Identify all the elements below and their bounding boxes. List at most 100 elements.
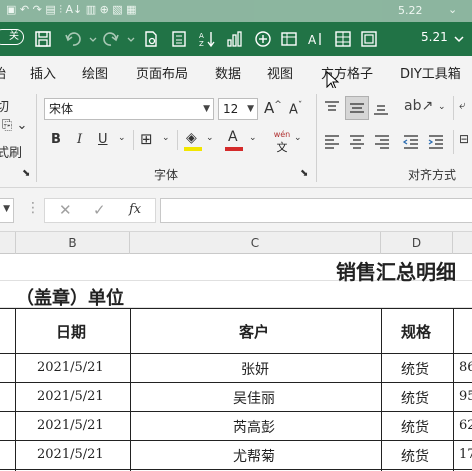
phonetic-dropdown-icon[interactable]: ⌄ (294, 133, 302, 143)
bold-button[interactable]: B (51, 132, 61, 147)
add-circle-icon[interactable] (254, 30, 272, 48)
formula-input[interactable] (160, 198, 472, 223)
font-color-icon[interactable]: A (228, 129, 238, 145)
undo-dropdown-icon[interactable] (84, 30, 97, 48)
merge-center-icon-partial[interactable]: ⊟ (459, 132, 469, 146)
cancel-entry-icon[interactable]: ✕ (59, 201, 72, 219)
borders-dropdown-icon[interactable]: ⌄ (162, 133, 170, 143)
orientation-icon[interactable]: ab↗ (404, 98, 433, 114)
cell-customer[interactable]: 吴佳丽 (233, 388, 275, 408)
column-header-e-partial[interactable] (453, 232, 472, 254)
name-box-dropdown-icon[interactable]: ▼ (3, 204, 10, 214)
grid-icon[interactable] (334, 30, 352, 48)
cut-label-partial[interactable]: 切 (0, 96, 9, 115)
ribbon-home: 切 ⎘ ⌄ 式刷 ⬊ 宋体 ▼ 12 ▼ A^ Aˇ B I U ⌄ ⊞ ⌄ ◈ ⌄… (0, 88, 472, 188)
autosave-toggle[interactable]: 关 (0, 29, 24, 45)
font-size-select[interactable]: 12 ▼ (218, 98, 258, 120)
tab-diy-toolbox[interactable]: DIY工具箱 (400, 63, 461, 82)
header-date[interactable]: 日期 (56, 321, 86, 342)
font-group-label: 字体 (154, 168, 179, 182)
sort-az-icon[interactable]: AZ (198, 30, 216, 48)
svg-text:A: A (199, 32, 204, 40)
tab-home-partial[interactable]: 始 (0, 63, 6, 82)
font-color-swatch (225, 147, 243, 151)
borders-icon[interactable]: ⊞ (140, 130, 153, 148)
cell-date[interactable]: 2021/5/21 (37, 418, 104, 433)
cell-amount[interactable]: 86 (459, 360, 472, 375)
font-launcher-icon[interactable]: ⬊ (300, 168, 308, 179)
fill-color-dropdown-icon[interactable]: ⌄ (206, 133, 214, 143)
ghost-chevron-icon: ⌄ (448, 3, 458, 16)
decrease-font-size-button[interactable]: Aˇ (289, 101, 302, 117)
align-left-icon[interactable] (323, 133, 341, 152)
fill-color-icon[interactable]: ◈ (186, 130, 197, 146)
sheet-title[interactable]: 销售汇总明细 (336, 256, 456, 285)
ribbon-tabs: 始 插入 绘图 页面布局 数据 视图 方方格子 DIY工具箱 (0, 56, 472, 91)
copy-icon[interactable]: ⎘ ⌄ (2, 118, 27, 133)
chart-icon[interactable] (226, 30, 244, 48)
column-header-c[interactable]: C (130, 232, 381, 254)
cell-date[interactable]: 2021/5/21 (37, 389, 104, 404)
clipboard-launcher-icon[interactable]: ⬊ (22, 168, 30, 179)
header-spec[interactable]: 规格 (401, 321, 431, 342)
format-cells-icon[interactable] (360, 30, 378, 48)
redo-dropdown-icon[interactable] (122, 30, 135, 48)
cell-customer[interactable]: 尤帮菊 (233, 446, 275, 466)
cell-amount[interactable]: 95 (459, 389, 472, 404)
confirm-entry-icon[interactable]: ✓ (93, 201, 106, 219)
name-box[interactable]: ▼ (0, 198, 14, 223)
increase-font-size-button[interactable]: A^ (264, 99, 282, 117)
tab-data[interactable]: 数据 (215, 63, 241, 82)
wrap-text-icon-partial[interactable]: ⤶ (459, 98, 466, 113)
title-bar: 关 AZ A 5.21 (0, 22, 472, 56)
cell-spec[interactable]: 统货 (401, 417, 429, 437)
undo-icon[interactable] (64, 30, 82, 48)
column-header-a-partial[interactable] (0, 232, 16, 254)
table-icon[interactable] (280, 30, 298, 48)
cell-spec[interactable]: 统货 (401, 388, 429, 408)
ghost-version: 5.22 (398, 4, 423, 17)
header-customer[interactable]: 客户 (239, 321, 269, 342)
redo-icon[interactable] (102, 30, 120, 48)
align-center-icon[interactable] (348, 133, 366, 152)
unit-label[interactable]: （盖章）单位 (16, 284, 124, 310)
cell-date[interactable]: 2021/5/21 (37, 360, 104, 375)
sheet-grid[interactable]: 销售汇总明细 （盖章）单位 日期 客户 规格 2021/5/21 张妍 统货 8… (0, 254, 472, 471)
cell-date[interactable]: 2021/5/21 (37, 447, 104, 462)
save-icon[interactable] (34, 30, 52, 48)
cell-spec[interactable]: 统货 (401, 446, 429, 466)
cell-customer[interactable]: 芮高彭 (233, 417, 275, 437)
orientation-dropdown-icon[interactable]: ⌄ (438, 102, 446, 112)
decrease-indent-icon[interactable] (402, 133, 420, 152)
print-preview-icon[interactable] (142, 30, 160, 48)
cell-amount[interactable]: 62 (459, 418, 472, 433)
font-color-dropdown-icon[interactable]: ⌄ (249, 133, 257, 143)
column-header-d[interactable]: D (381, 232, 453, 254)
text-direction-icon[interactable]: A (306, 30, 324, 48)
underline-dropdown-icon[interactable]: ⌄ (118, 133, 126, 143)
customize-qat-chevron-icon[interactable] (450, 30, 464, 48)
formula-bar: ▼ ⋮ ✕ ✓ fx (0, 188, 472, 232)
format-painter-label-partial[interactable]: 式刷 (0, 142, 22, 161)
align-right-icon[interactable] (373, 133, 391, 152)
cell-amount[interactable]: 17 (459, 447, 472, 462)
increase-indent-icon[interactable] (427, 133, 445, 152)
cell-spec[interactable]: 统货 (401, 359, 429, 379)
align-top-icon[interactable] (323, 100, 341, 119)
tab-view[interactable]: 视图 (267, 63, 293, 82)
tab-page-layout[interactable]: 页面布局 (136, 63, 188, 82)
insert-function-icon[interactable]: fx (129, 202, 141, 217)
version-label: 5.21 (421, 30, 448, 44)
phonetic-guide-button[interactable]: wén 文 (271, 130, 293, 155)
font-name-select[interactable]: 宋体 ▼ (44, 98, 214, 120)
align-middle-button[interactable] (345, 96, 369, 120)
tab-insert[interactable]: 插入 (30, 63, 56, 82)
column-header-b[interactable]: B (16, 232, 130, 254)
tab-draw[interactable]: 绘图 (82, 63, 108, 82)
cell-customer[interactable]: 张妍 (241, 359, 269, 379)
align-bottom-icon[interactable] (372, 100, 390, 119)
underline-button[interactable]: U (98, 132, 108, 147)
calculator-icon[interactable] (170, 30, 188, 48)
italic-button[interactable]: I (77, 132, 82, 147)
svg-text:A: A (308, 33, 317, 47)
